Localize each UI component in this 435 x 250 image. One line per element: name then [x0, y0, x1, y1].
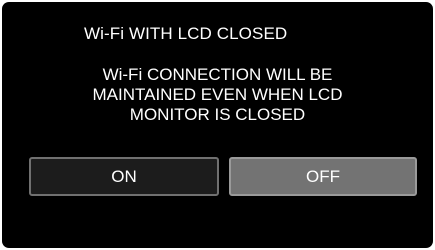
message-line-1: Wi-Fi CONNECTION WILL BE	[102, 65, 333, 84]
off-button-label: OFF	[306, 166, 340, 186]
off-button[interactable]: OFF	[229, 157, 417, 196]
lcd-screen: Wi-Fi WITH LCD CLOSED Wi-Fi CONNECTION W…	[2, 2, 433, 248]
info-message: Wi-Fi CONNECTION WILL BE MAINTAINED EVEN…	[2, 65, 433, 125]
message-line-2: MAINTAINED EVEN WHEN LCD	[92, 85, 343, 104]
message-line-3: MONITOR IS CLOSED	[129, 105, 306, 124]
settings-title: Wi-Fi WITH LCD CLOSED	[84, 24, 288, 43]
on-button[interactable]: ON	[29, 157, 219, 196]
on-button-label: ON	[111, 166, 137, 186]
